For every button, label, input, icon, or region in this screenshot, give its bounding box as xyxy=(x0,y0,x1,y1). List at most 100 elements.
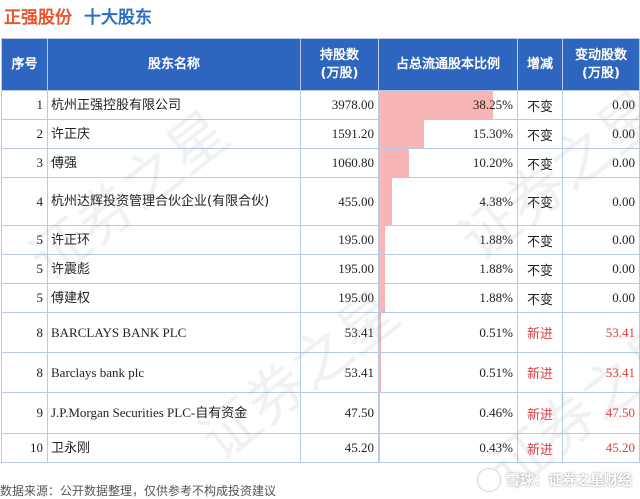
rank-cell: 2 xyxy=(1,119,48,149)
table-row: 4 杭州达辉投资管理合伙企业(有限合伙) 455.00 4.38% 不变 0.00 xyxy=(1,177,640,226)
ratio-bar xyxy=(379,434,380,462)
ratio-bar xyxy=(379,149,409,177)
brand-label: 雪球：证券之星财经 xyxy=(506,473,632,489)
change-cell: 不变 xyxy=(517,177,563,226)
col-header-delta: 变动股数 (万股) xyxy=(562,38,640,91)
ratio-value: 0.51% xyxy=(479,364,513,380)
delta-cell: 0.00 xyxy=(562,90,640,120)
delta-cell: 47.50 xyxy=(562,392,640,434)
col-header-delta-label: 变动股数 (万股) xyxy=(574,47,627,81)
delta-cell: 53.41 xyxy=(562,312,640,353)
shares-cell: 455.00 xyxy=(300,177,379,226)
ratio-value: 0.51% xyxy=(479,324,513,340)
col-header-change: 增减 xyxy=(517,38,563,91)
shares-cell: 195.00 xyxy=(300,283,379,313)
holder-name-cell: 傅强 xyxy=(47,148,301,178)
ratio-value: 4.38% xyxy=(479,193,513,209)
rank-cell: 1 xyxy=(1,90,48,120)
change-cell: 不变 xyxy=(517,119,563,149)
ratio-cell: 0.51% xyxy=(378,352,518,393)
table-row: 5 许正环 195.00 1.88% 不变 0.00 xyxy=(1,225,640,255)
shareholders-table: 序号 股东名称 持股数 (万股) 占总流通股本比例 增减 变动股数 (万股) 1… xyxy=(1,38,640,463)
delta-cell: 0.00 xyxy=(562,283,640,313)
delta-cell: 0.00 xyxy=(562,225,640,255)
ratio-value: 15.30% xyxy=(472,126,513,141)
ratio-bar xyxy=(379,255,385,283)
table-row: 2 许正庆 1591.20 15.30% 不变 0.00 xyxy=(1,119,640,149)
change-cell: 不变 xyxy=(517,148,563,178)
section-title: 十大股东 xyxy=(84,7,152,28)
holder-name-cell: J.P.Morgan Securities PLC-自有资金 xyxy=(47,392,301,434)
table-row: 3 傅强 1060.80 10.20% 不变 0.00 xyxy=(1,148,640,178)
shares-cell: 1591.20 xyxy=(300,119,379,149)
title-row: 正强股份 十大股东 xyxy=(4,3,152,28)
table-header-row: 序号 股东名称 持股数 (万股) 占总流通股本比例 增减 变动股数 (万股) xyxy=(1,38,640,91)
holder-name-cell: 许震彪 xyxy=(47,254,301,284)
rank-cell: 10 xyxy=(1,433,48,463)
table-row: 10 卫永刚 45.20 0.43% 新进 45.20 xyxy=(1,433,640,463)
ratio-cell: 4.38% xyxy=(378,177,518,226)
data-source-note: 数据来源：公开数据整理，仅供参考不构成投资建议 xyxy=(0,484,277,498)
table-row: 1 杭州正强控股有限公司 3978.00 38.25% 不变 0.00 xyxy=(1,90,640,120)
delta-cell: 0.00 xyxy=(562,119,640,149)
ratio-bar xyxy=(379,393,380,433)
shares-cell: 195.00 xyxy=(300,254,379,284)
ratio-bar xyxy=(379,178,392,225)
rank-cell: 4 xyxy=(1,177,48,226)
col-header-rank: 序号 xyxy=(1,38,48,91)
ratio-cell: 0.51% xyxy=(378,312,518,353)
ratio-value: 1.88% xyxy=(479,261,513,276)
change-cell: 新进 xyxy=(517,392,563,434)
col-header-shares-label: 持股数 (万股) xyxy=(319,47,359,81)
holder-name-cell: 卫永刚 xyxy=(47,433,301,463)
table-row: 5 许震彪 195.00 1.88% 不变 0.00 xyxy=(1,254,640,284)
change-cell: 不变 xyxy=(517,90,563,120)
shares-cell: 53.41 xyxy=(300,352,379,393)
rank-cell: 9 xyxy=(1,392,48,434)
ratio-cell: 10.20% xyxy=(378,148,518,178)
delta-cell: 45.20 xyxy=(562,433,640,463)
ratio-cell: 0.46% xyxy=(378,392,518,434)
ratio-cell: 1.88% xyxy=(378,254,518,284)
holder-name-cell: BARCLAYS BANK PLC xyxy=(47,312,301,353)
holder-name-cell: 杭州达辉投资管理合伙企业(有限合伙) xyxy=(47,177,301,226)
rank-cell: 5 xyxy=(1,225,48,255)
rank-cell: 8 xyxy=(1,312,48,353)
delta-cell: 53.41 xyxy=(562,352,640,393)
ratio-value: 0.46% xyxy=(479,405,513,420)
ratio-value: 0.43% xyxy=(479,440,513,455)
shares-cell: 195.00 xyxy=(300,225,379,255)
ratio-cell: 38.25% xyxy=(378,90,518,120)
ratio-bar xyxy=(379,226,385,254)
holder-name-cell: 许正环 xyxy=(47,225,301,255)
ratio-cell: 1.88% xyxy=(378,283,518,313)
ratio-value: 1.88% xyxy=(479,290,513,305)
col-header-shares: 持股数 (万股) xyxy=(300,38,379,91)
change-cell: 新进 xyxy=(517,312,563,353)
delta-cell: 0.00 xyxy=(562,177,640,226)
ratio-value: 38.25% xyxy=(472,97,513,112)
change-cell: 不变 xyxy=(517,254,563,284)
ratio-value: 1.88% xyxy=(479,232,513,247)
ratio-value: 10.20% xyxy=(472,155,513,170)
col-header-name: 股东名称 xyxy=(47,38,301,91)
rank-cell: 5 xyxy=(1,254,48,284)
shares-cell: 3978.00 xyxy=(300,90,379,120)
ratio-cell: 15.30% xyxy=(378,119,518,149)
rank-cell: 8 xyxy=(1,352,48,393)
ratio-bar xyxy=(379,284,385,312)
ratio-bar xyxy=(379,353,381,392)
shares-cell: 53.41 xyxy=(300,312,379,353)
change-cell: 新进 xyxy=(517,433,563,463)
ratio-cell: 1.88% xyxy=(378,225,518,255)
snowball-logo-icon xyxy=(478,469,500,491)
holder-name-cell: 杭州正强控股有限公司 xyxy=(47,90,301,120)
holder-name-cell: 许正庆 xyxy=(47,119,301,149)
table-body: 1 杭州正强控股有限公司 3978.00 38.25% 不变 0.00 2 许正庆 1591.2… xyxy=(1,90,640,463)
rank-cell: 5 xyxy=(1,283,48,313)
ratio-bar xyxy=(379,313,381,352)
table-row: 9 J.P.Morgan Securities PLC-自有资金 47.50 0.46… xyxy=(1,392,640,434)
delta-cell: 0.00 xyxy=(562,148,640,178)
rank-cell: 3 xyxy=(1,148,48,178)
change-cell: 不变 xyxy=(517,283,563,313)
